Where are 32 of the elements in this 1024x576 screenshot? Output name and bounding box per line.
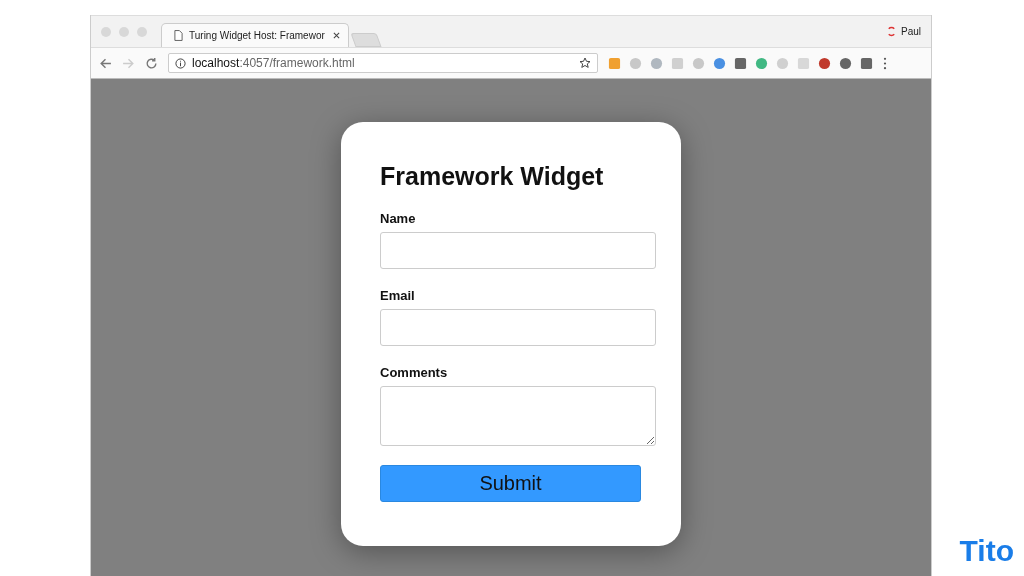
close-icon[interactable] xyxy=(333,32,340,39)
sync-icon xyxy=(886,26,897,37)
extension-icon[interactable] xyxy=(818,56,831,70)
field-label: Name xyxy=(380,211,417,226)
logo: Tito xyxy=(959,534,1014,568)
extension-icon[interactable] xyxy=(713,56,726,70)
comments-field[interactable] xyxy=(380,386,656,446)
address-bar[interactable]: localhost:4057/framework.html xyxy=(168,53,598,73)
extension-icon[interactable] xyxy=(839,56,852,70)
widget-title: Framework Widget xyxy=(380,162,605,191)
window-control-icon[interactable] xyxy=(137,26,147,37)
star-icon[interactable] xyxy=(579,57,591,69)
new-tab-button[interactable] xyxy=(350,33,382,47)
forward-icon[interactable] xyxy=(122,56,135,70)
extension-icon[interactable] xyxy=(755,56,768,70)
submit-button[interactable]: Submit xyxy=(380,465,641,502)
window-control-icon[interactable] xyxy=(119,26,129,37)
page-icon xyxy=(174,30,183,41)
back-icon[interactable] xyxy=(99,56,112,70)
menu-icon[interactable] xyxy=(883,56,887,70)
input-field[interactable] xyxy=(380,232,656,269)
browser-tab[interactable]: Turing Widget Host: Framewor xyxy=(161,23,349,47)
url-text: localhost:4057/framework.html xyxy=(192,56,355,70)
window-control-icon[interactable] xyxy=(101,26,111,37)
field-label: Email xyxy=(380,288,416,303)
reload-icon[interactable] xyxy=(145,56,158,70)
input-field[interactable] xyxy=(380,309,656,346)
profile-name[interactable]: Paul xyxy=(901,26,921,37)
info-icon xyxy=(175,57,186,69)
field-label: Comments xyxy=(380,365,449,380)
extension-icon[interactable] xyxy=(734,56,747,70)
extension-icon[interactable] xyxy=(860,56,873,70)
